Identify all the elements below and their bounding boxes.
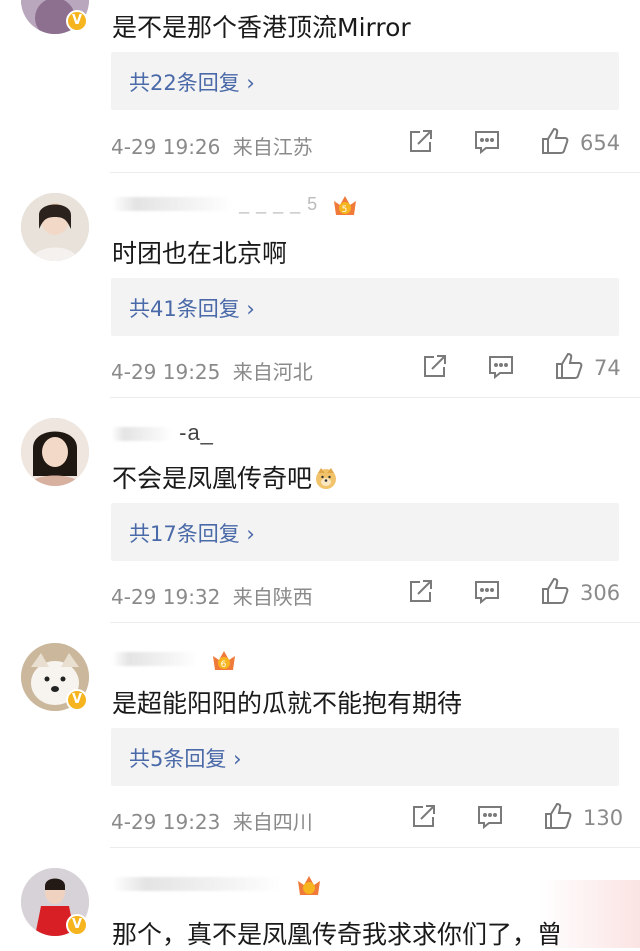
level-crown-icon: 5 [334, 196, 357, 216]
svg-text:6: 6 [221, 660, 228, 670]
avatar[interactable] [21, 418, 89, 486]
blurred-username [112, 427, 172, 442]
repost-icon[interactable] [406, 128, 434, 156]
username[interactable]: _ _ _ _ 5 5 [112, 190, 359, 217]
comment-text: 是不是那个香港顶流Mirror [112, 13, 411, 42]
thumbs-up-icon[interactable] [543, 801, 573, 831]
like-count: 654 [580, 131, 621, 155]
level-crown-icon [298, 876, 321, 896]
doge-emoji-icon [316, 468, 337, 489]
location: 来自四川 [232, 810, 313, 834]
like-count: 130 [583, 806, 624, 830]
replies-link[interactable]: 共17条回复 › [111, 503, 619, 561]
repost-icon[interactable] [406, 578, 434, 606]
username[interactable]: -a_ [112, 420, 214, 446]
replies-link[interactable]: 共22条回复 › [111, 52, 619, 110]
replies-label: 共41条回复 › [129, 297, 255, 321]
replies-label: 共5条回复 › [129, 747, 242, 771]
level-crown-icon: 6 [213, 651, 236, 671]
comment-meta: 4-29 19:26 来自江苏 [111, 131, 313, 160]
thumbs-up-icon[interactable] [554, 351, 584, 381]
comment-icon[interactable] [487, 353, 515, 381]
chevron-right-icon: › [246, 71, 255, 95]
location: 来自陕西 [232, 585, 313, 609]
like-count: 74 [594, 356, 621, 380]
divider [110, 397, 640, 398]
thumbs-up-icon[interactable] [540, 576, 570, 606]
repost-icon[interactable] [409, 803, 437, 831]
divider [110, 622, 640, 623]
timestamp: 4-29 19:23 [111, 810, 221, 834]
comment-text: 不会是凤凰传奇吧 [112, 459, 338, 495]
comment-text: 是超能阳阳的瓜就不能抱有期待 [112, 689, 463, 718]
repost-icon[interactable] [420, 353, 448, 381]
like-count: 306 [580, 581, 621, 605]
verified-badge-icon: V [66, 914, 88, 936]
thumbs-up-icon[interactable] [540, 126, 570, 156]
timestamp: 4-29 19:26 [111, 135, 221, 159]
avatar[interactable] [21, 193, 89, 261]
comment-icon[interactable] [473, 128, 501, 156]
username[interactable] [112, 870, 323, 897]
comment-icon[interactable] [476, 803, 504, 831]
timestamp: 4-29 19:32 [111, 585, 221, 609]
comment-text: 时团也在北京啊 [112, 239, 288, 268]
chevron-right-icon: › [246, 522, 255, 546]
username[interactable]: 6 [112, 645, 238, 672]
comment-text: 那个，真不是凤凰传奇我求求你们了，曾 [112, 920, 563, 949]
chevron-right-icon: › [246, 297, 255, 321]
timestamp: 4-29 19:25 [111, 360, 221, 384]
blurred-username [112, 197, 232, 212]
comment-meta: 4-29 19:32 来自陕西 [111, 581, 313, 610]
comment-meta: 4-29 19:23 来自四川 [111, 806, 313, 835]
verified-badge-icon: V [66, 10, 88, 32]
comment-icon[interactable] [473, 578, 501, 606]
location: 来自河北 [232, 360, 313, 384]
blurred-username [112, 652, 197, 667]
verified-badge-icon: V [66, 689, 88, 711]
blurred-username [112, 877, 282, 892]
replies-label: 共22条回复 › [129, 71, 255, 95]
chevron-right-icon: › [233, 747, 242, 771]
location: 来自江苏 [232, 135, 313, 159]
replies-link[interactable]: 共5条回复 › [111, 728, 619, 786]
svg-text:5: 5 [342, 205, 349, 215]
comment-meta: 4-29 19:25 来自河北 [111, 356, 313, 385]
replies-link[interactable]: 共41条回复 › [111, 278, 619, 336]
replies-label: 共17条回复 › [129, 522, 255, 546]
divider [110, 172, 640, 173]
divider [110, 847, 640, 848]
